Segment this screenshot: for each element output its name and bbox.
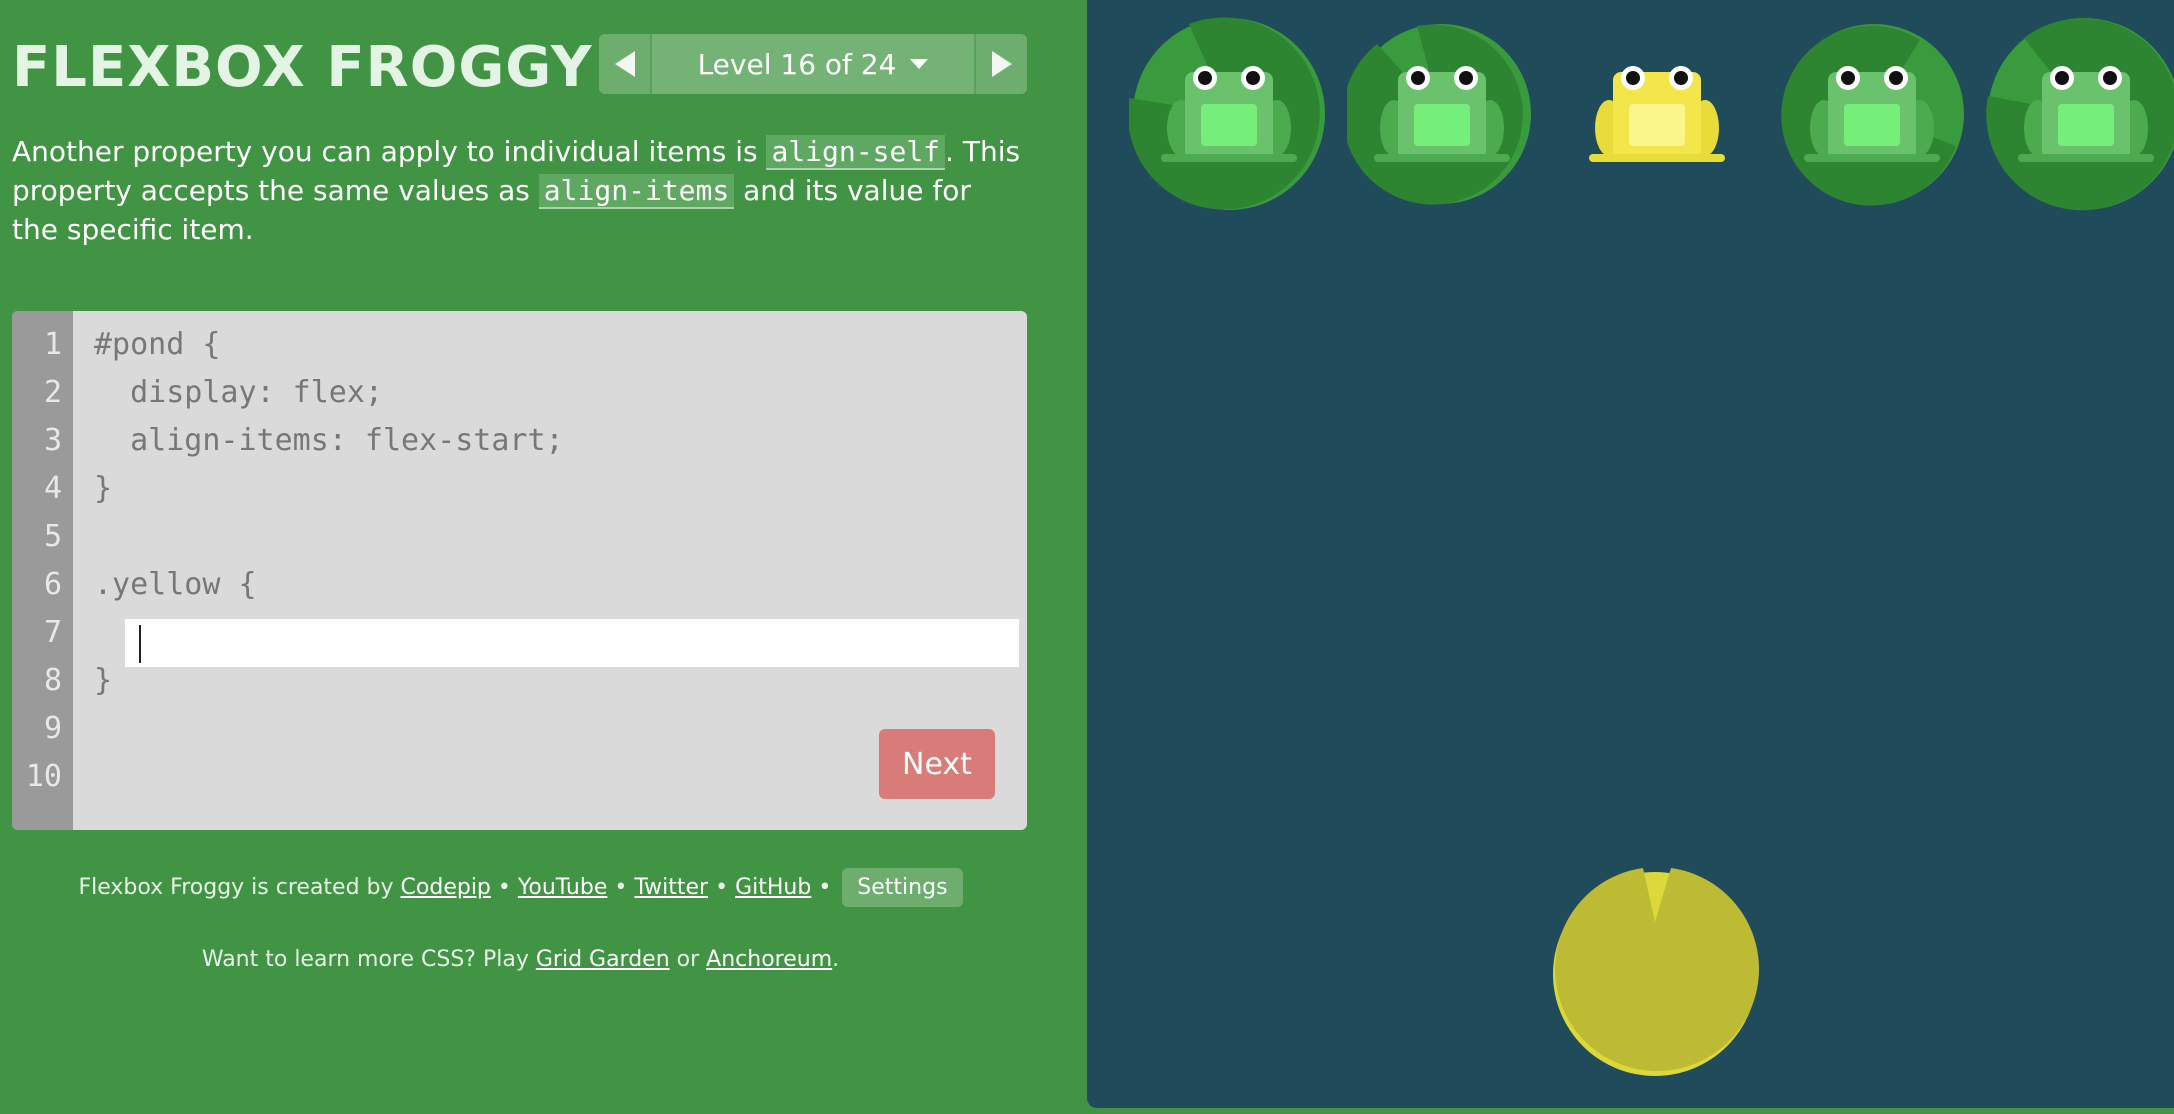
- green-frog: [1374, 66, 1510, 162]
- level-label: Level 16 of 24: [697, 47, 897, 81]
- line-number: 9: [43, 711, 62, 746]
- level-selector[interactable]: Level 16 of 24: [652, 34, 974, 94]
- credits: Flexbox Froggy is created by Codepip • Y…: [0, 868, 1041, 907]
- github-link[interactable]: GitHub: [735, 875, 811, 900]
- settings-button[interactable]: Settings: [842, 868, 963, 907]
- instructions-text: Another property you can apply to indivi…: [12, 135, 767, 168]
- next-button[interactable]: Next: [879, 729, 995, 799]
- line-number: 7: [43, 615, 62, 650]
- line-number: 6: [43, 567, 62, 602]
- line-number-gutter: 1 2 3 4 5 6 7 8 9 10: [12, 311, 73, 830]
- text-cursor: [139, 625, 141, 663]
- css-editor: 1 2 3 4 5 6 7 8 9 10 #pond { display: fl…: [12, 311, 1027, 830]
- previous-level-button[interactable]: [599, 34, 652, 94]
- green-frog: [1161, 66, 1297, 162]
- line-number: 8: [43, 663, 62, 698]
- separator: •: [818, 875, 832, 900]
- anchoreum-link[interactable]: Anchoreum: [706, 947, 832, 972]
- pond: [1087, 0, 2174, 1108]
- sidebar: FLEXBOX FROGGY Level 16 of 24 Another pr…: [0, 0, 1087, 1114]
- css-answer-input[interactable]: [125, 619, 1019, 667]
- youtube-link[interactable]: YouTube: [518, 875, 607, 900]
- code-line: align-items: flex-start;: [94, 423, 564, 458]
- yellow-frog: [1589, 66, 1725, 162]
- arrow-left-icon: [614, 51, 635, 77]
- code-line: .yellow {: [94, 567, 257, 602]
- next-level-arrow-button[interactable]: [974, 34, 1027, 94]
- instructions: Another property you can apply to indivi…: [12, 132, 1022, 249]
- green-frog: [2018, 66, 2154, 162]
- line-number: 3: [43, 423, 62, 458]
- credits-text: Flexbox Froggy is created by: [78, 875, 394, 900]
- code-align-items: align-items: [538, 174, 735, 209]
- promo-text: Want to learn more CSS? Play: [201, 947, 529, 972]
- level-navigation: Level 16 of 24: [599, 34, 1027, 94]
- code-line: }: [94, 471, 113, 506]
- code-line: display: flex;: [94, 375, 383, 410]
- code-line: #pond {: [94, 327, 221, 362]
- line-number: 5: [43, 519, 62, 554]
- green-frog: [1804, 66, 1940, 162]
- twitter-link[interactable]: Twitter: [634, 875, 708, 900]
- promo-text: .: [832, 947, 840, 972]
- line-number: 10: [25, 759, 62, 794]
- code-line: }: [94, 663, 113, 698]
- separator: •: [614, 875, 628, 900]
- codepip-link[interactable]: Codepip: [401, 875, 491, 900]
- line-number: 4: [43, 471, 62, 506]
- yellow-lilypad: [1553, 868, 1759, 1076]
- more-css-promo: Want to learn more CSS? Play Grid Garden…: [0, 947, 1041, 972]
- arrow-right-icon: [991, 51, 1012, 77]
- separator: •: [715, 875, 729, 900]
- code-align-self: align-self: [766, 135, 946, 170]
- line-number: 1: [43, 327, 62, 362]
- caret-down-icon: [910, 59, 929, 69]
- game-title: FLEXBOX FROGGY: [12, 35, 593, 100]
- line-number: 2: [43, 375, 62, 410]
- separator: •: [497, 875, 511, 900]
- promo-text: or: [676, 947, 700, 972]
- grid-garden-link[interactable]: Grid Garden: [536, 947, 670, 972]
